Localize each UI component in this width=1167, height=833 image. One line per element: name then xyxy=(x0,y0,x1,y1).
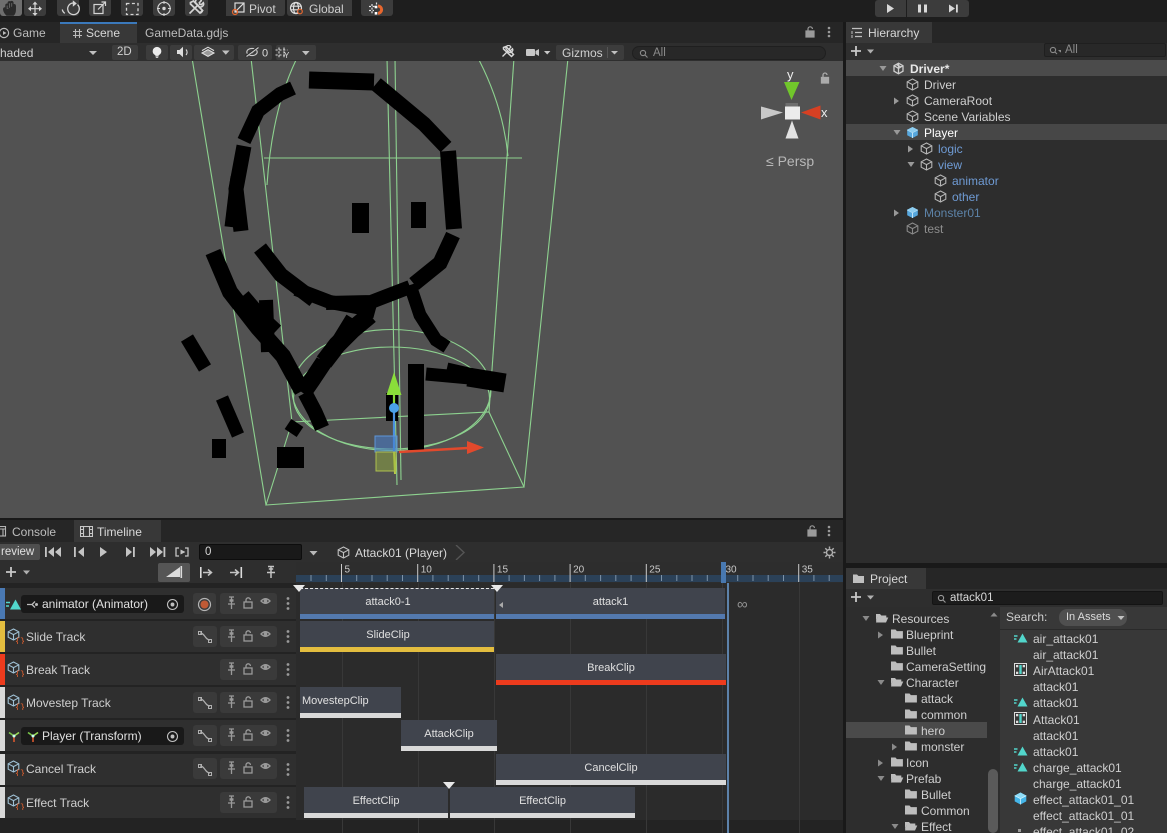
svg-text:{}: {} xyxy=(15,803,24,811)
svg-text:Y: Y xyxy=(284,51,290,60)
svg-text:x: x xyxy=(821,105,828,120)
svg-text:20: 20 xyxy=(573,565,585,576)
svg-text:30: 30 xyxy=(726,565,738,576)
svg-text:0: 0 xyxy=(262,48,268,60)
svg-text:15: 15 xyxy=(497,565,509,576)
svg-text:25: 25 xyxy=(649,565,661,576)
svg-text:{}: {} xyxy=(15,670,24,678)
svg-text:{}: {} xyxy=(15,769,24,777)
svg-text:10: 10 xyxy=(421,565,433,576)
svg-text:≤ Persp: ≤ Persp xyxy=(766,153,814,169)
svg-text:35: 35 xyxy=(802,565,814,576)
svg-text:{}: {} xyxy=(15,703,24,711)
svg-text:{}: {} xyxy=(15,637,24,645)
svg-text:5: 5 xyxy=(345,565,351,576)
svg-text:y: y xyxy=(787,67,794,82)
